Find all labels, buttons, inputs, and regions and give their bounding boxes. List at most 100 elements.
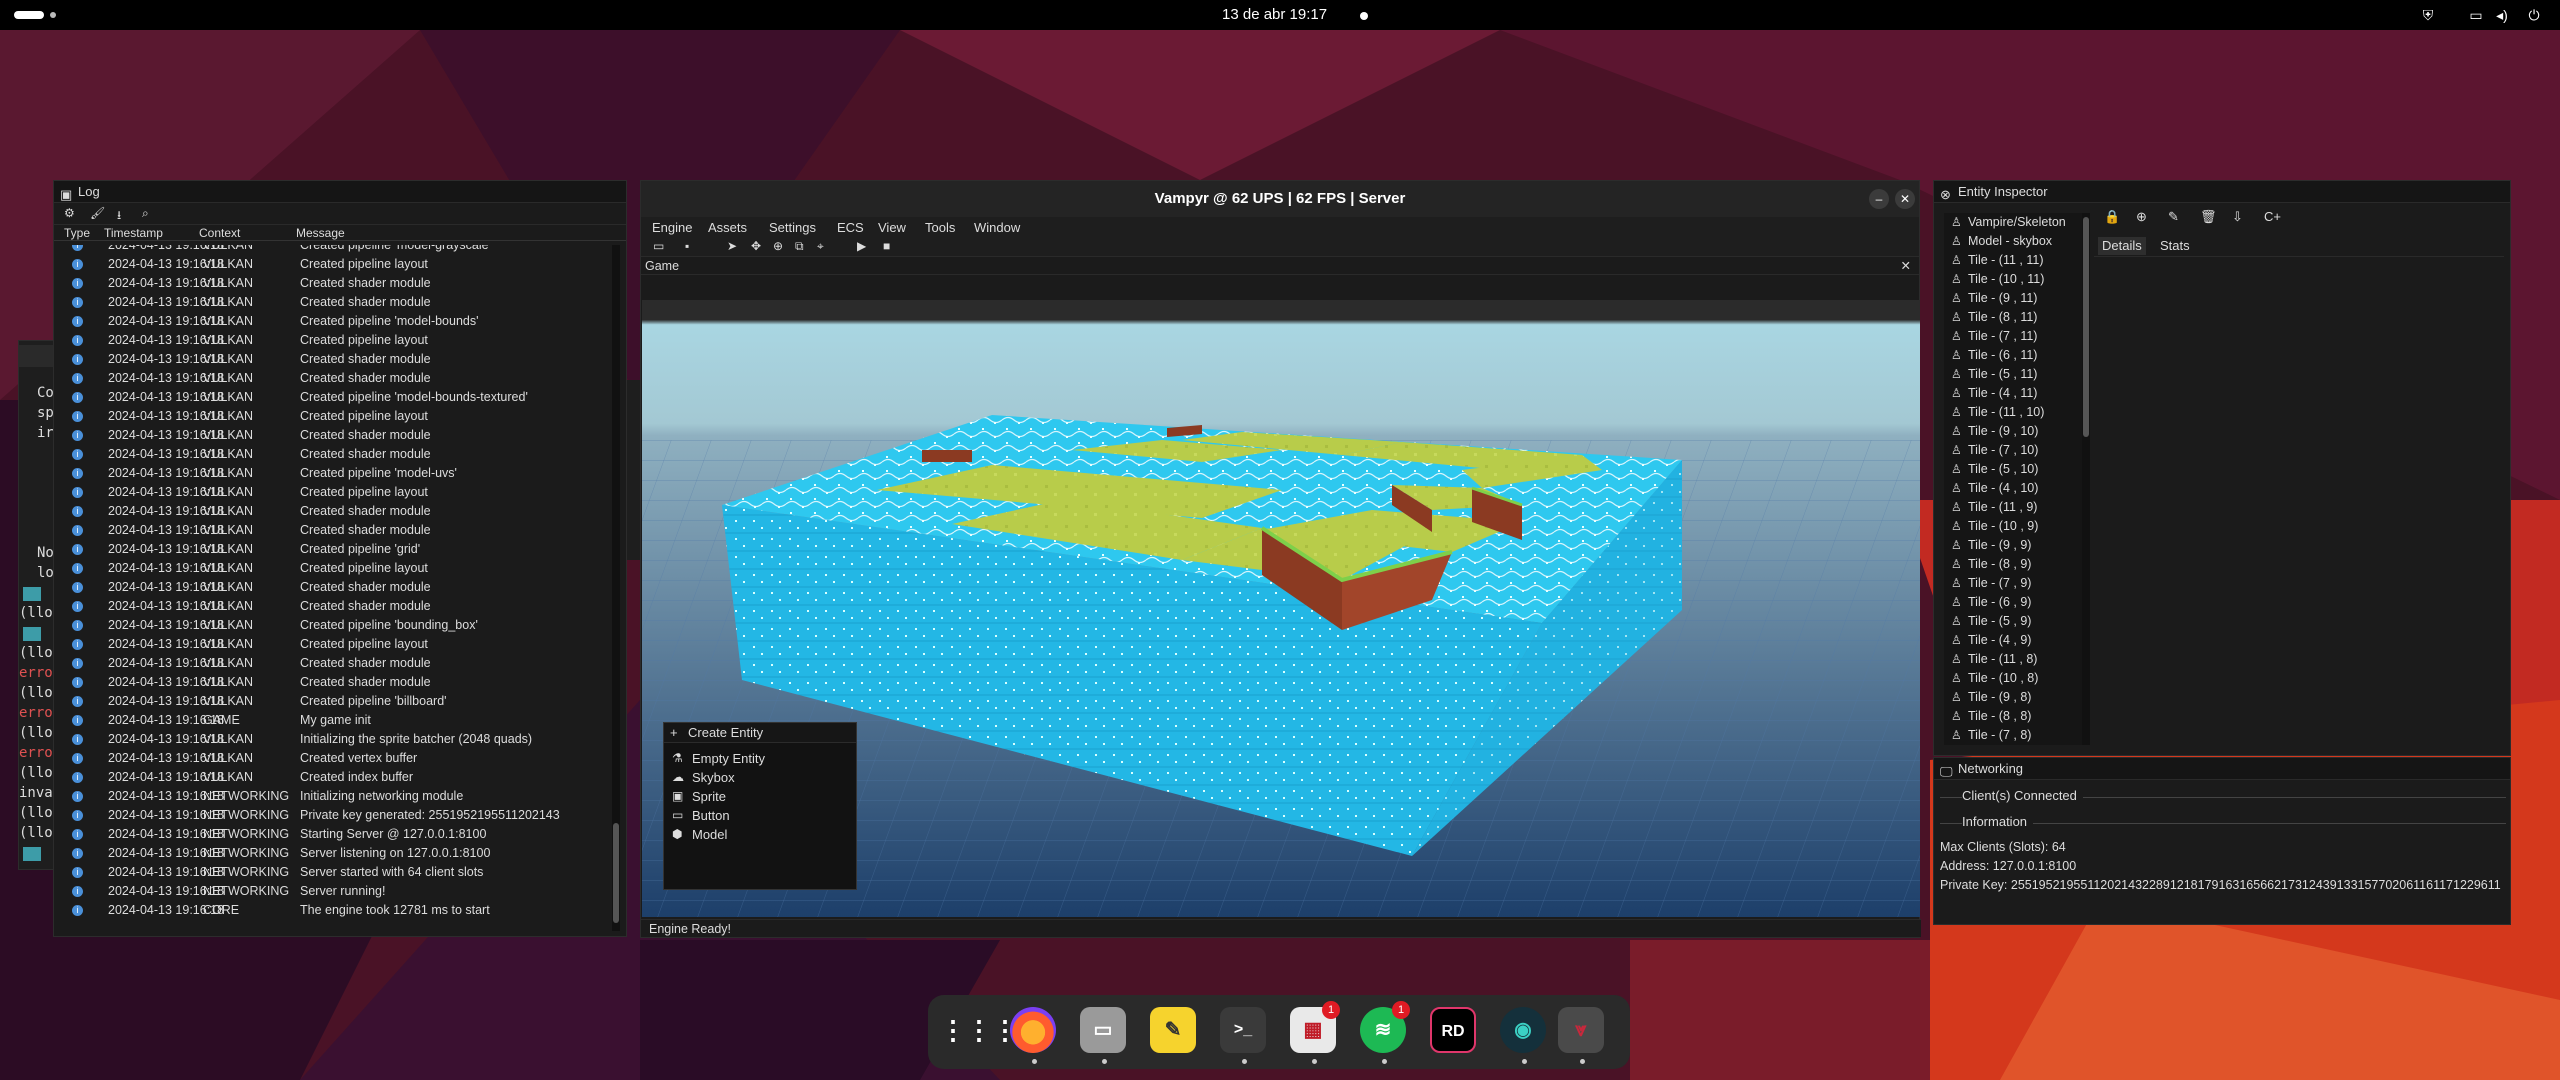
networking-title-bar[interactable]: 🖵 Networking — [1934, 758, 2510, 780]
rotate-icon[interactable]: ⊕ — [773, 239, 783, 253]
stop-icon[interactable]: ■ — [883, 239, 890, 253]
log-row[interactable]: i 2024-04-13 19:16:18 VULKAN Created shader… — [62, 369, 610, 388]
log-row[interactable]: i 2024-04-13 19:16:18 VULKAN Created pipeli… — [62, 616, 610, 635]
create-model[interactable]: ⬢ Model — [664, 825, 856, 844]
close-tab-icon[interactable]: ✕ — [1901, 257, 1911, 275]
log-row[interactable]: i 2024-04-13 19:16:18 VULKAN Initializing t… — [62, 730, 610, 749]
tab-stats[interactable]: Stats — [2156, 237, 2194, 255]
entity-list-item[interactable]: ♙ Tile - (9 , 10) — [1944, 422, 2082, 441]
log-row[interactable]: i 2024-04-13 19:16:18 VULKAN Created shader… — [62, 654, 610, 673]
log-row[interactable]: i 2024-04-13 19:16:18 NETWORKING Server lis… — [62, 844, 610, 863]
log-row[interactable]: i 2024-04-13 19:16:18 NETWORKING Private ke… — [62, 806, 610, 825]
move-icon[interactable]: ✥ — [751, 239, 761, 253]
tab-details[interactable]: Details — [2098, 237, 2146, 255]
log-row[interactable]: i 2024-04-13 19:16:18 NETWORKING Initializi… — [62, 787, 610, 806]
log-row[interactable]: i 2024-04-13 19:16:18 VULKAN Created pipeli… — [62, 483, 610, 502]
entity-list[interactable]: ♙ Vampire/Skeleton ♙ Model - skybox ♙ Tile - … — [1944, 213, 2082, 745]
log-row[interactable]: i 2024-04-13 19:16:18 VULKAN Created shader… — [62, 350, 610, 369]
entity-list-item[interactable]: ♙ Tile - (6 , 9) — [1944, 593, 2082, 612]
entity-list-item[interactable]: ♙ Tile - (8 , 8) — [1944, 707, 2082, 726]
log-row[interactable]: i 2024-04-13 19:16:18 VULKAN Created index … — [62, 768, 610, 787]
create-sprite[interactable]: ▣ Sprite — [664, 787, 856, 806]
create-skybox[interactable]: ☁ Skybox — [664, 768, 856, 787]
entity-list-item[interactable]: ♙ Tile - (11 , 10) — [1944, 403, 2082, 422]
clients-section[interactable]: Client(s) Connected — [1934, 788, 2512, 806]
entity-list-item[interactable]: ♙ Tile - (8 , 11) — [1944, 308, 2082, 327]
entity-list-item[interactable]: ♙ Tile - (7 , 9) — [1944, 574, 2082, 593]
export-icon[interactable]: ⇩ — [2232, 209, 2243, 225]
log-row[interactable]: i 2024-04-13 19:16:18 VULKAN Created shader… — [62, 274, 610, 293]
display-icon[interactable]: ▭ — [2468, 7, 2484, 23]
log-row[interactable]: i 2024-04-13 19:16:18 VULKAN Created pipeli… — [62, 407, 610, 426]
entity-list-item[interactable]: ♙ Tile - (11 , 8) — [1944, 650, 2082, 669]
entity-list-item[interactable]: ♙ Tile - (9 , 9) — [1944, 536, 2082, 555]
entity-list-item[interactable]: ♙ Tile - (7 , 10) — [1944, 441, 2082, 460]
entity-list-item[interactable]: ♙ Tile - (8 , 9) — [1944, 555, 2082, 574]
gitkraken-icon[interactable]: ◉ — [1500, 1007, 1546, 1053]
menu-view[interactable]: View — [878, 220, 906, 235]
log-row[interactable]: i 2024-04-13 19:16:18 GAME My game init — [62, 711, 610, 730]
column-context[interactable]: Context — [199, 226, 240, 240]
log-row[interactable]: i 2024-04-13 19:16:18 NETWORKING Server sta… — [62, 863, 610, 882]
log-row[interactable]: i 2024-04-13 19:16:18 VULKAN Created shader… — [62, 673, 610, 692]
menu-window[interactable]: Window — [974, 220, 1020, 235]
log-table-body[interactable]: i 2024-04-13 19:16:18 VULKAN Created pipeli… — [62, 245, 610, 925]
log-title-bar[interactable]: ▣ Log — [54, 181, 626, 203]
add-component-icon[interactable]: ⊕ — [2136, 209, 2147, 225]
lock-icon[interactable]: 🔒 — [2104, 209, 2120, 225]
entity-list-item[interactable]: ♙ Tile - (10 , 9) — [1944, 517, 2082, 536]
clear-icon[interactable]: 🖌 — [90, 206, 105, 220]
volume-icon[interactable]: ◂) — [2494, 7, 2510, 23]
apps-grid-icon[interactable]: ⋮⋮⋮ — [940, 1007, 1018, 1053]
minimize-button[interactable]: – — [1869, 189, 1889, 209]
vampyr-icon[interactable]: ⩔ — [1558, 1007, 1604, 1053]
activities-button[interactable] — [14, 11, 44, 19]
log-row[interactable]: i 2024-04-13 19:16:18 CORE The engine took … — [62, 901, 610, 920]
rider-icon[interactable]: RD — [1430, 1007, 1476, 1053]
edit-icon[interactable]: ✎ — [2168, 209, 2179, 225]
entity-list-item[interactable]: ♙ Tile - (10 , 8) — [1944, 669, 2082, 688]
entity-list-scrollbar[interactable] — [2082, 213, 2090, 745]
entity-list-item[interactable]: ♙ Tile - (11 , 11) — [1944, 251, 2082, 270]
menu-engine[interactable]: Engine — [652, 220, 692, 235]
save-icon[interactable]: ▪ — [685, 239, 689, 253]
entity-list-item[interactable]: ♙ Model - skybox — [1944, 232, 2082, 251]
menu-assets[interactable]: Assets — [708, 220, 747, 235]
log-scrollbar[interactable] — [612, 245, 620, 931]
create-empty-entity[interactable]: ⚗ Empty Entity — [664, 749, 856, 768]
create-button[interactable]: ▭ Button — [664, 806, 856, 825]
shield-icon[interactable]: ⛨ — [2420, 7, 2436, 23]
log-row[interactable]: i 2024-04-13 19:16:18 NETWORKING Server run… — [62, 882, 610, 901]
entity-list-item[interactable]: ♙ Vampire/Skeleton — [1944, 213, 2082, 232]
log-row[interactable]: i 2024-04-13 19:16:18 VULKAN Created pipeli… — [62, 635, 610, 654]
scale-icon[interactable]: ⧉ — [795, 239, 804, 254]
log-row[interactable]: i 2024-04-13 19:16:18 VULKAN Created shader… — [62, 597, 610, 616]
log-row[interactable]: i 2024-04-13 19:16:18 VULKAN Created pipeli… — [62, 464, 610, 483]
entity-list-item[interactable]: ♙ Tile - (7 , 8) — [1944, 726, 2082, 745]
entity-list-item[interactable]: ♙ Tile - (4 , 11) — [1944, 384, 2082, 403]
log-row[interactable]: i 2024-04-13 19:16:18 VULKAN Created shader… — [62, 521, 610, 540]
log-row[interactable]: i 2024-04-13 19:16:18 VULKAN Created shader… — [62, 426, 610, 445]
files-icon[interactable]: ▭ — [1080, 1007, 1126, 1053]
log-row[interactable]: i 2024-04-13 19:16:18 VULKAN Created pipeli… — [62, 559, 610, 578]
entity-list-item[interactable]: ♙ Tile - (5 , 9) — [1944, 612, 2082, 631]
entity-list-item[interactable]: ♙ Tile - (5 , 10) — [1944, 460, 2082, 479]
firefox-icon[interactable] — [1010, 1007, 1056, 1053]
menu-settings[interactable]: Settings — [769, 220, 816, 235]
log-row[interactable]: i 2024-04-13 19:16:18 VULKAN Created pipeli… — [62, 245, 610, 255]
main-title-bar[interactable]: Vampyr @ 62 UPS | 62 FPS | Server – ✕ — [641, 181, 1919, 217]
entity-list-item[interactable]: ♙ Tile - (5 , 11) — [1944, 365, 2082, 384]
log-row[interactable]: i 2024-04-13 19:16:18 VULKAN Created shader… — [62, 445, 610, 464]
entity-list-item[interactable]: ♙ Tile - (9 , 11) — [1944, 289, 2082, 308]
log-row[interactable]: i 2024-04-13 19:16:18 VULKAN Created pipeli… — [62, 540, 610, 559]
inspector-title-bar[interactable]: ⊗ Entity Inspector — [1934, 181, 2510, 203]
search-icon[interactable]: ⌕ — [142, 206, 149, 221]
camera-focus-icon[interactable]: ⌖ — [817, 239, 824, 254]
column-type[interactable]: Type — [64, 226, 90, 240]
menu-tools[interactable]: Tools — [925, 220, 955, 235]
game-tab[interactable]: Game ✕ — [641, 257, 1919, 275]
log-row[interactable]: i 2024-04-13 19:16:18 VULKAN Created shader… — [62, 293, 610, 312]
log-row[interactable]: i 2024-04-13 19:16:18 VULKAN Created shader… — [62, 502, 610, 521]
log-row[interactable]: i 2024-04-13 19:16:18 VULKAN Created pipeli… — [62, 255, 610, 274]
log-row[interactable]: i 2024-04-13 19:16:18 VULKAN Created pipeli… — [62, 692, 610, 711]
